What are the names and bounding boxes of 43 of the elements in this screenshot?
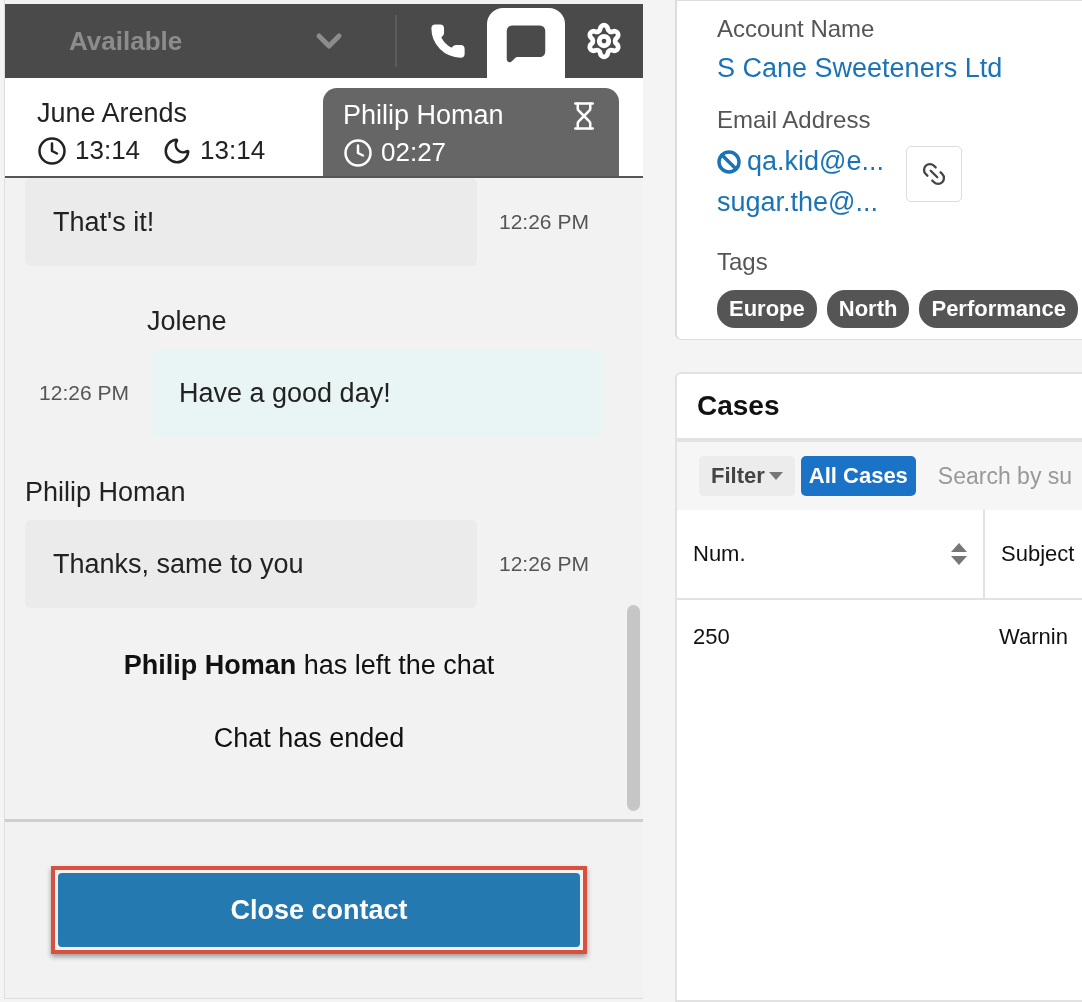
chat-event: Philip Homan has left the chat (122, 650, 496, 681)
column-header[interactable]: Subject (985, 510, 1082, 598)
link-button[interactable] (906, 146, 962, 202)
sender-name: Philip Homan (25, 477, 187, 508)
filter-dropdown[interactable]: Filter (699, 456, 795, 496)
filter-chip[interactable]: All Cases (800, 456, 916, 496)
contact-name: June Arends (37, 98, 188, 129)
caret-icon (768, 472, 783, 480)
tag: Performance (919, 290, 1078, 328)
contact-tab[interactable]: Philip Homan 02:27 (323, 88, 619, 176)
email-link[interactable]: qa.kid@e... (717, 146, 884, 177)
clock-icon (37, 135, 67, 166)
message-bubble: Thanks, same to you (25, 520, 477, 608)
field-label: Email Address (717, 106, 872, 134)
chat-event: Chat has ended (212, 723, 406, 754)
sender-name: Jolene (147, 306, 228, 337)
tag: North (826, 290, 910, 328)
column-header[interactable]: Num. (677, 510, 985, 598)
chat-tab[interactable] (486, 8, 565, 78)
sort-icon (951, 543, 967, 565)
settings-icon (585, 22, 623, 60)
account-link[interactable]: S Cane Sweeteners Ltd (717, 53, 1082, 84)
phone-icon (428, 22, 467, 60)
contact-timer: 13:14 (162, 135, 266, 166)
field-label: Account Name (717, 15, 876, 43)
message-time: 12:26 PM (39, 381, 129, 405)
contact-timer: 02:27 (343, 137, 447, 168)
message-time: 12:26 PM (499, 210, 589, 234)
tag: Europe (717, 290, 817, 328)
search-field[interactable]: Search by su (921, 461, 1082, 491)
scrollbar-thumb[interactable] (626, 605, 640, 811)
message-bubble: Have a good day! (151, 349, 603, 437)
close-contact-button[interactable]: Close contact (58, 873, 580, 947)
contact-timer: 13:14 (37, 135, 141, 166)
status-label: Available (69, 25, 184, 57)
email-link[interactable]: sugar.the@... (717, 187, 884, 218)
message-time: 12:26 PM (499, 552, 589, 576)
message-bubble: That's it! (25, 178, 477, 266)
field-label: Tags (717, 248, 769, 276)
table-cell-text: Warnin (998, 623, 1069, 651)
contact-name: Philip Homan (343, 100, 504, 131)
clock-icon (343, 137, 373, 168)
table-cell-text: 250 (692, 623, 731, 651)
